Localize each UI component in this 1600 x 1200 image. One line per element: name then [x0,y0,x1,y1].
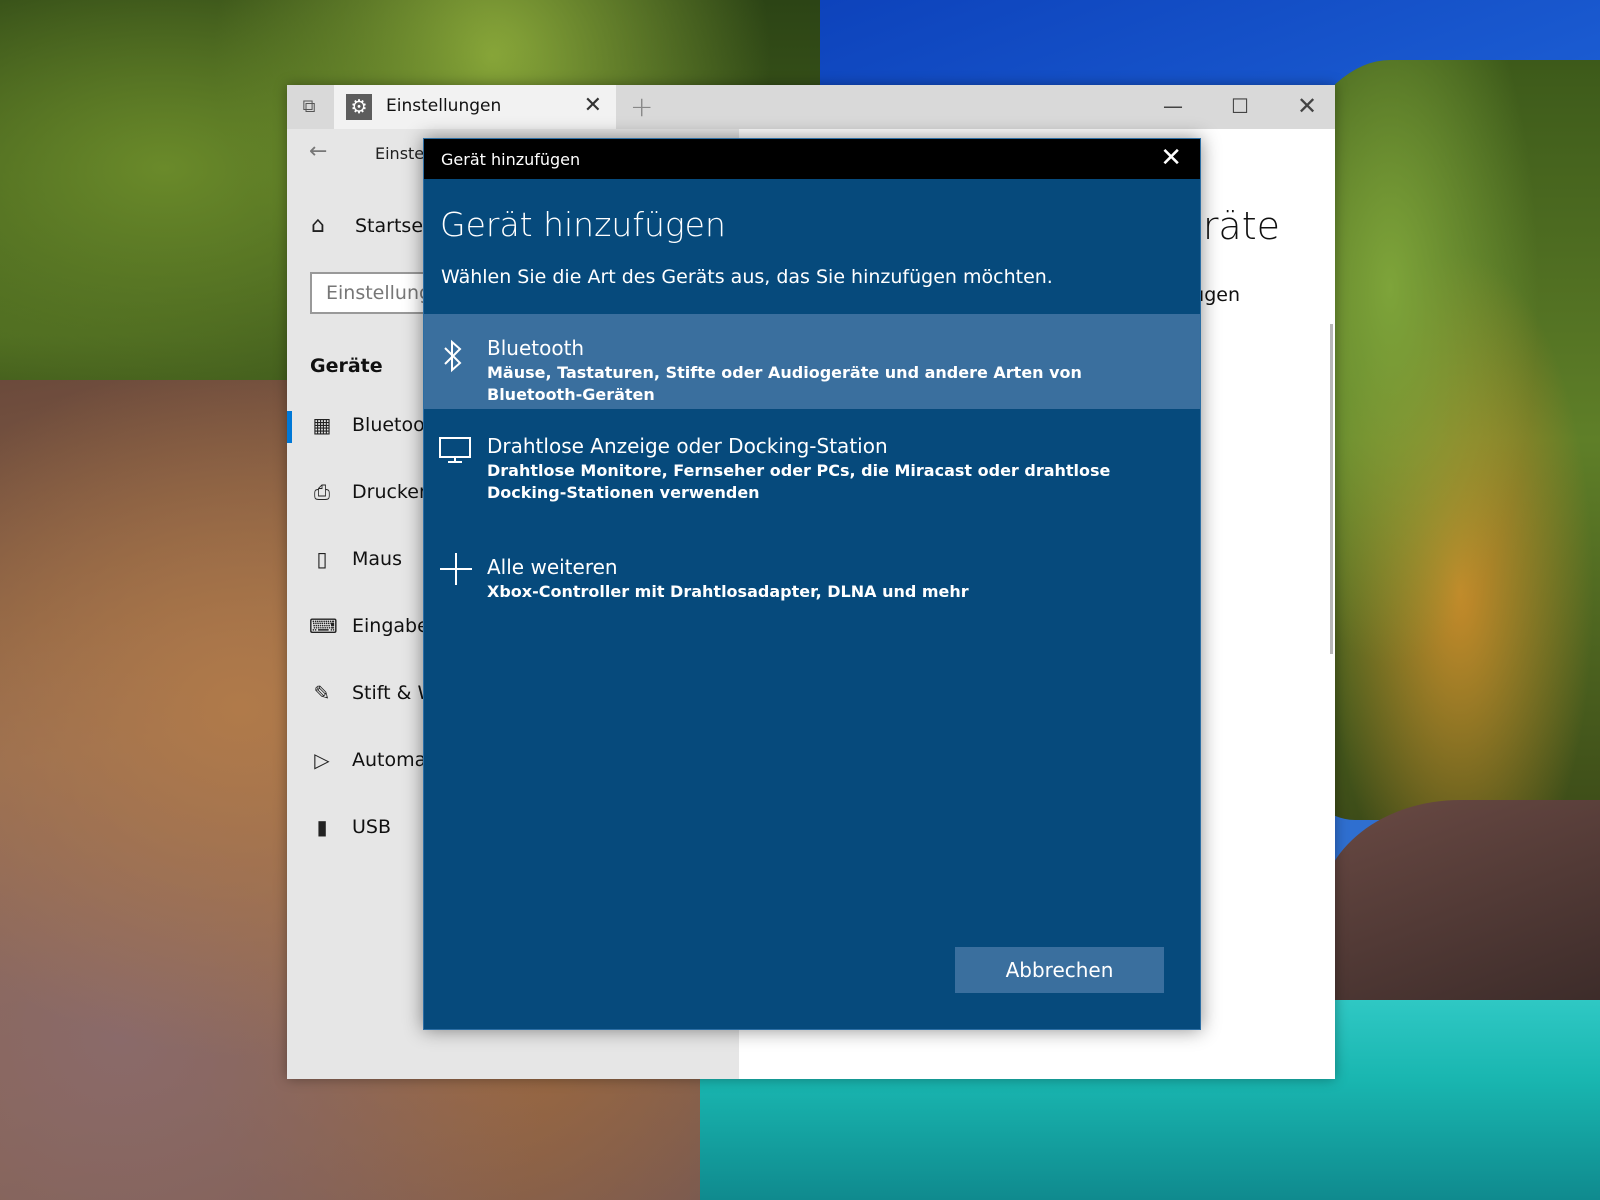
home-label: Startsei [355,215,429,237]
gear-icon: ⚙ [346,94,372,120]
sidebar-item-label: Bluetoo [352,414,425,436]
dialog-heading: Gerät hinzufügen [440,205,726,244]
dialog-subtitle: Wählen Sie die Art des Geräts aus, das S… [441,266,1053,288]
monitor-icon [438,435,471,473]
plus-glyph [440,553,472,585]
add-device-dialog: Gerät hinzufügen ✕ Gerät hinzufügen Wähl… [423,138,1201,1030]
tab-title: Einstellungen [386,96,502,116]
pen-icon: ✎ [313,681,331,705]
dialog-titlebar: Gerät hinzufügen ✕ [424,139,1200,179]
back-arrow-icon[interactable]: ← [309,139,327,164]
new-tab-button[interactable]: + [630,90,653,123]
option-name: Alle weiteren [487,555,618,579]
sidebar-item-label: Automa [352,749,427,771]
tab-settings[interactable]: ⚙ Einstellungen ✕ [334,85,616,129]
sidebar-item-label: Drucker [352,481,427,503]
page-title: räte [1202,204,1280,248]
dialog-title: Gerät hinzufügen [441,150,581,169]
wallpaper-rock-right [1320,800,1600,1020]
sidebar-item-label: Maus [352,548,402,570]
section-title: Geräte [310,355,383,377]
option-name: Drahtlose Anzeige oder Docking-Station [487,434,888,458]
scrollbar[interactable] [1330,324,1333,654]
autoplay-icon: ▷ [314,748,330,772]
plus-icon [438,551,472,597]
option-description: Xbox-Controller mit Drahtlosadapter, DLN… [487,582,969,601]
tab-overview-icon[interactable]: ⧉ [299,97,319,117]
keyboard-icon: ⌨ [309,614,338,638]
sidebar-item-label: Eingabe [352,615,429,637]
maximize-button[interactable]: ☐ [1220,91,1260,121]
monitor-glyph [439,437,471,463]
window-titlebar: ⧉ ⚙ Einstellungen ✕ + — ☐ ✕ [287,85,1335,129]
option-description: Mäuse, Tastaturen, Stifte oder Audiogerä… [487,363,1082,404]
breadcrumb: Einstel [375,144,429,163]
home-icon: ⌂ [311,213,325,238]
option-bluetooth[interactable]: Bluetooth Mäuse, Tastaturen, Stifte oder… [424,314,1200,409]
cancel-button[interactable]: Abbrechen [955,947,1164,993]
tab-close-icon[interactable]: ✕ [584,93,602,118]
bluetooth-devices-icon: ▦ [312,413,332,437]
printer-icon: ⎙ [314,480,330,504]
option-everything-else[interactable]: Alle weiteren Xbox-Controller mit Drahtl… [424,539,1200,619]
sidebar-item-label: USB [352,816,392,838]
option-name: Bluetooth [487,336,585,360]
bluetooth-icon [438,339,468,381]
mouse-icon: ▯ [316,547,328,571]
bluetooth-glyph [444,339,462,373]
minimize-button[interactable]: — [1153,91,1193,121]
option-wireless-display[interactable]: Drahtlose Anzeige oder Docking-Station D… [424,418,1200,528]
close-window-button[interactable]: ✕ [1287,91,1327,121]
option-description: Drahtlose Monitore, Fernseher oder PCs, … [487,461,1111,502]
usb-icon: ▮ [316,815,328,839]
dialog-close-button[interactable]: ✕ [1160,143,1182,173]
search-placeholder: Einstellung [326,282,432,304]
